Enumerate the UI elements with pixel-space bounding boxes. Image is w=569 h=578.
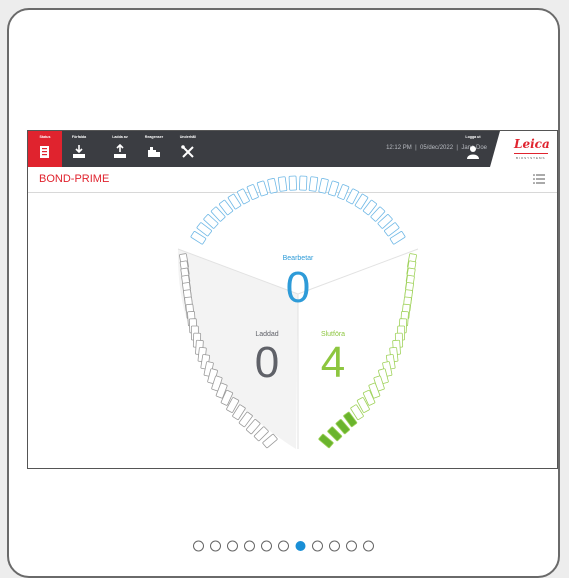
processing-label: Bearbetar: [283, 255, 314, 262]
loaded-label: Laddad: [255, 331, 278, 338]
slide-status-gauge: Bearbetar 0 Laddad 0 Slutföra 4: [177, 175, 419, 449]
pagination-dot[interactable]: [210, 540, 221, 552]
pagination-dot[interactable]: [278, 540, 289, 552]
processing-slot: [267, 178, 278, 194]
processing-slot: [327, 180, 340, 197]
pagination-dot[interactable]: [227, 540, 238, 552]
divider-line: [297, 248, 419, 295]
carousel-card: Status Förfalda Ladda av Reagenser Under…: [7, 8, 560, 578]
loaded-count: 0: [255, 338, 279, 387]
processing-slot: [318, 178, 329, 194]
pagination-dot[interactable]: [312, 540, 323, 552]
loaded-slot: [262, 433, 278, 449]
pagination-dot-active[interactable]: [295, 541, 306, 551]
processing-slot: [246, 184, 259, 200]
pagination-dot[interactable]: [244, 540, 255, 552]
pagination-dot[interactable]: [261, 540, 272, 552]
carousel-pagination: [193, 540, 374, 552]
complete-count: 4: [321, 338, 345, 387]
pagination-dot[interactable]: [363, 540, 374, 552]
pagination-dot[interactable]: [193, 540, 204, 552]
processing-slot: [288, 175, 298, 191]
app-screen: Status Förfalda Ladda av Reagenser Under…: [27, 130, 558, 469]
processing-slot: [277, 176, 288, 192]
processing-slot: [337, 184, 350, 200]
processing-count: 0: [286, 263, 310, 312]
processing-slot: [308, 176, 319, 192]
processing-slot: [256, 180, 269, 197]
pagination-dot[interactable]: [329, 540, 340, 552]
complete-label: Slutföra: [321, 331, 345, 338]
complete-slot-filled: [318, 433, 334, 449]
processing-slot: [298, 175, 308, 191]
pagination-dot[interactable]: [346, 540, 357, 552]
